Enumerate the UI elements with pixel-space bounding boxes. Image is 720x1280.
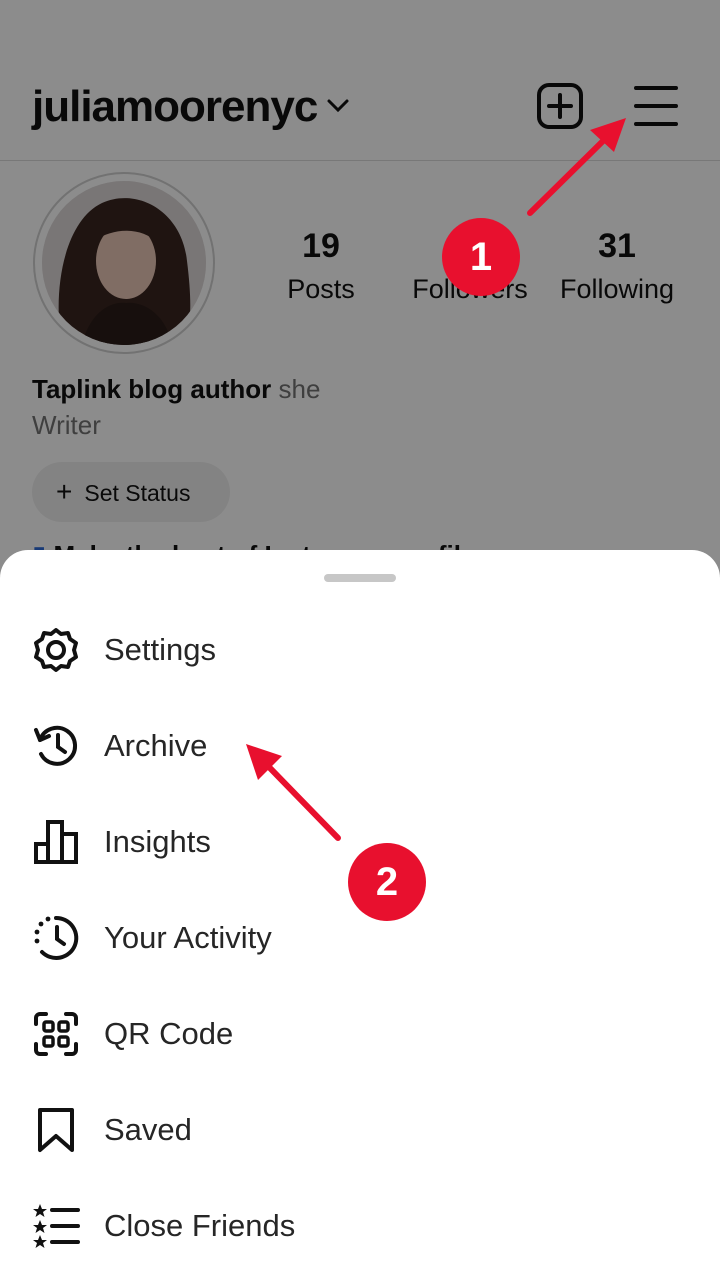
qr-code-icon — [34, 1012, 78, 1056]
menu-item-saved[interactable]: Saved — [0, 1082, 720, 1178]
menu-item-settings[interactable]: Settings — [0, 602, 720, 698]
menu-item-label: Archive — [104, 728, 208, 763]
saved-icon — [38, 1108, 74, 1152]
sheet-grabber[interactable] — [324, 574, 396, 582]
archive-icon — [34, 725, 77, 766]
menu-item-label: Insights — [104, 824, 211, 859]
menu-item-label: Close Friends — [104, 1208, 296, 1243]
activity-icon — [34, 915, 79, 960]
menu-item-label: Settings — [104, 632, 217, 667]
menu-item-label: Saved — [104, 1112, 192, 1147]
step-badge-1: 1 — [442, 218, 520, 296]
settings-icon — [34, 628, 78, 672]
menu-item-label: QR Code — [104, 1016, 234, 1051]
menu-item-close-friends[interactable]: Close Friends — [0, 1178, 720, 1274]
step-badge-2: 2 — [348, 843, 426, 921]
menu-item-archive[interactable]: Archive — [0, 698, 720, 794]
close-friends-icon — [33, 1204, 80, 1248]
menu-item-label: Your Activity — [104, 920, 272, 955]
insights-icon — [34, 820, 78, 864]
menu-item-qr-code[interactable]: QR Code — [0, 986, 720, 1082]
menu-sheet: Settings Archive Insights Your Activity — [0, 550, 720, 1280]
